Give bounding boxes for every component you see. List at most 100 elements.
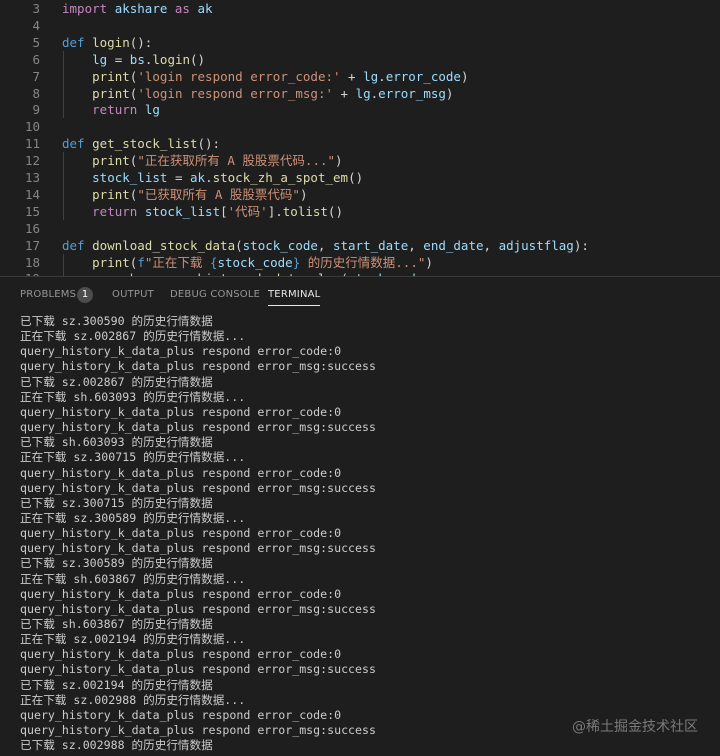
indent-guide [63, 152, 64, 170]
code-line[interactable]: 7 print('login respond error_code:' + lg.… [0, 67, 720, 85]
terminal-output[interactable]: 已下载 sz.300590 的历史行情数据 正在下载 sz.002867 的历史行… [0, 314, 720, 756]
code-token: ak [197, 1, 213, 16]
line-number: 4 [32, 17, 40, 33]
code-line[interactable]: 8 print('login respond error_msg:' + lg.e… [0, 84, 720, 102]
code-token: , [483, 237, 499, 253]
code-line[interactable]: 11 def get_stock_list(): [0, 135, 720, 152]
terminal-line: 正在下载 sz.300589 的历史行情数据... [20, 510, 246, 525]
code-line[interactable]: 16 [0, 220, 720, 237]
code-token: ): [573, 237, 589, 253]
terminal-line: query_history_k_data_plus respond error_… [20, 359, 376, 374]
code-line[interactable]: 14 print("已获取所有 A 股股票代码") [0, 185, 720, 203]
code-token: "正在下载 [144, 254, 210, 270]
terminal-line: 正在下载 sz.002988 的历史行情数据... [20, 692, 246, 707]
code-text: print("已获取所有 A 股股票代码") [92, 186, 307, 203]
code-token: print [92, 85, 130, 101]
terminal-line: 已下载 sh.603093 的历史行情数据 [20, 435, 213, 450]
code-token: ) [445, 85, 454, 101]
code-line[interactable]: 17 def download_stock_data(stock_code, st… [0, 237, 720, 254]
code-text: stock_list = ak.stock_zh_a_spot_em() [92, 169, 363, 186]
code-token: login [152, 51, 191, 67]
code-editor[interactable]: 3 import akshare as ak 4 5 def login(): 6 lg =… [0, 0, 720, 276]
terminal-line: 已下载 sz.002194 的历史行情数据 [20, 677, 213, 692]
code-token: download_stock_data [92, 237, 236, 253]
code-token: (): [197, 136, 221, 152]
code-line[interactable]: 6 lg = bs.login() [0, 50, 720, 68]
line-number: 16 [24, 220, 40, 236]
code-text: print("正在获取所有 A 股股票代码...") [92, 152, 342, 169]
tab-problems[interactable]: PROBLEMS [20, 277, 76, 313]
terminal-line: 已下载 sz.300590 的历史行情数据 [20, 314, 213, 328]
code-token: . [378, 68, 386, 84]
code-token: stock_code [242, 237, 318, 253]
code-token: stock_zh_a_spot_em [212, 170, 349, 185]
line-number: 3 [32, 1, 40, 16]
code-token: "已获取所有 A 股股票代码" [137, 186, 300, 202]
terminal-line: query_history_k_data_plus respond error_… [20, 601, 376, 616]
code-token: (): [129, 34, 153, 50]
terminal-line: 已下载 sz.002988 的历史行情数据 [20, 738, 213, 753]
terminal-line: query_history_k_data_plus respond error_… [20, 420, 376, 435]
terminal-line: query_history_k_data_plus respond error_… [20, 480, 376, 495]
code-token: print [92, 254, 130, 270]
terminal-line: 正在下载 sz.300715 的历史行情数据... [20, 450, 246, 465]
terminal-line: query_history_k_data_plus respond error_… [20, 723, 376, 738]
terminal-line: 已下载 sh.603867 的历史行情数据 [20, 617, 213, 631]
line-number: 18 [24, 254, 40, 270]
tab-terminal[interactable]: TERMINAL [268, 277, 321, 313]
code-line[interactable]: 12 print("正在获取所有 A 股股票代码...") [0, 152, 720, 170]
code-line[interactable]: 15 return stock_list['代码'].tolist() [0, 202, 720, 220]
watermark: @稀土掘金技术社区 [572, 719, 698, 735]
code-token: error_msg [378, 85, 446, 101]
indent-guide [63, 253, 64, 271]
code-token: "正在获取所有 A 股股票代码..." [137, 153, 336, 169]
code-token: error_code [385, 68, 461, 84]
indent-guide [63, 67, 64, 85]
code-token: lg [355, 85, 371, 101]
terminal-line: query_history_k_data_plus respond error_… [20, 662, 376, 677]
code-token: ( [235, 237, 243, 253]
code-line[interactable]: 13 stock_list = ak.stock_zh_a_spot_em() [0, 169, 720, 186]
code-token: def [62, 237, 85, 253]
code-token: . [205, 170, 213, 185]
code-token: as [174, 1, 190, 16]
code-line[interactable]: 9 return lg [0, 101, 720, 119]
tab-debug-console[interactable]: DEBUG CONSOLE [170, 277, 260, 313]
terminal-line: query_history_k_data_plus respond error_… [20, 647, 342, 662]
terminal-line: query_history_k_data_plus respond error_… [20, 541, 376, 556]
tab-output[interactable]: OUTPUT [112, 277, 154, 313]
indent-guide [63, 84, 64, 102]
code-token: ) [425, 254, 433, 270]
indent-guide [63, 169, 64, 186]
terminal-line: query_history_k_data_plus respond error_… [20, 344, 342, 359]
line-number: 17 [24, 237, 40, 253]
code-token: return [92, 203, 138, 219]
code-token: stock_list [144, 203, 221, 219]
indent-guide [63, 50, 64, 68]
terminal-line: 已下载 sz.002867 的历史行情数据 [20, 374, 213, 389]
line-number: 9 [32, 102, 40, 118]
code-line[interactable]: 4 [0, 17, 720, 34]
terminal-line: query_history_k_data_plus respond error_… [20, 465, 342, 480]
code-text: import akshare as ak [62, 0, 213, 17]
code-text: return stock_list['代码'].tolist() [92, 203, 343, 220]
line-number: 6 [32, 51, 40, 67]
code-token: f [137, 254, 145, 270]
code-token: ) [460, 68, 469, 84]
terminal-line: query_history_k_data_plus respond error_… [20, 526, 342, 541]
code-line[interactable]: 18 print(f"正在下载 {stock_code} 的历史行情数据...") [0, 253, 720, 271]
code-token: () [348, 170, 364, 185]
code-token: print [92, 68, 130, 84]
code-text: print('login respond error_code:' + lg.e… [92, 68, 468, 85]
code-line[interactable]: 10 [0, 118, 720, 135]
code-token: def [62, 136, 85, 152]
code-token: print [92, 186, 130, 202]
code-token: lg [363, 68, 379, 84]
line-number: 12 [24, 153, 40, 169]
code-token: stock_list [92, 170, 168, 185]
code-line[interactable]: 3 import akshare as ak [0, 0, 720, 17]
code-line[interactable]: 5 def login(): [0, 34, 720, 51]
